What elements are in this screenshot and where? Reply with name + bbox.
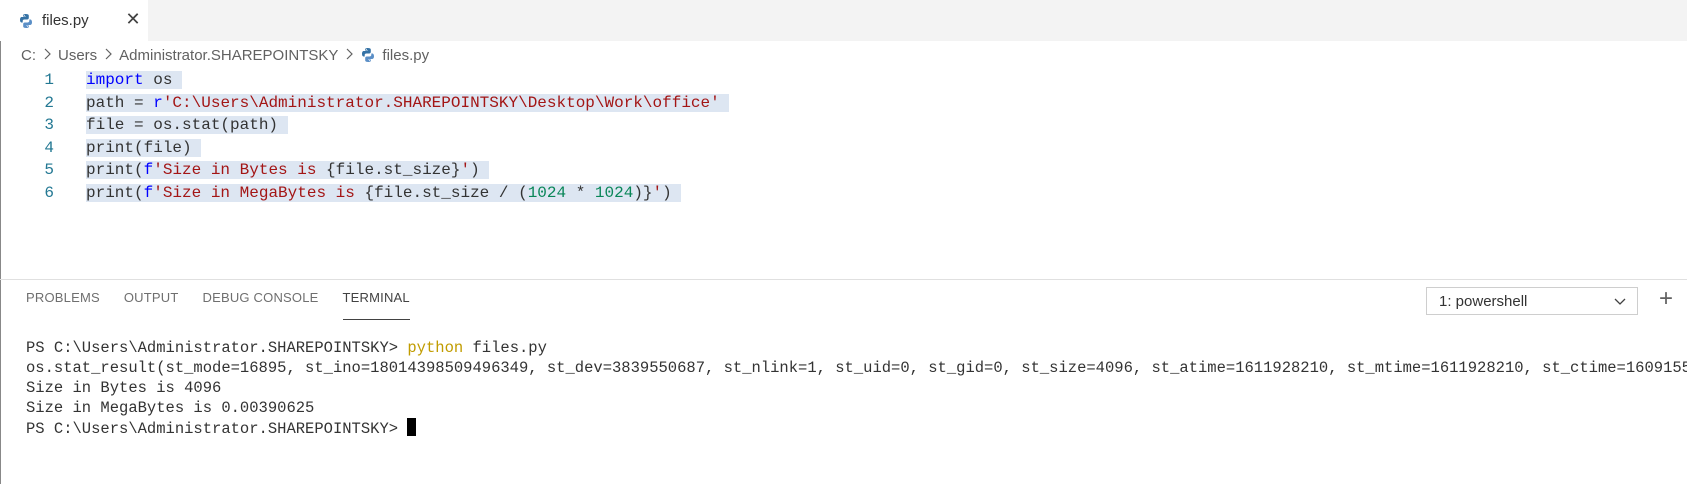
terminal-select[interactable]: 1: powershell (1426, 287, 1638, 315)
line-number: 1 (44, 71, 54, 89)
code-text: print(f'Size in MegaBytes is {file.st_si… (86, 183, 682, 202)
line-number: 4 (44, 138, 54, 157)
tab-terminal[interactable]: TERMINAL (342, 290, 410, 320)
panel-divider[interactable] (0, 279, 1687, 280)
line-number: 3 (44, 116, 54, 134)
chevron-right-icon (104, 48, 113, 63)
breadcrumb-users[interactable]: Users (58, 47, 97, 64)
code-text: path = r'C:\Users\Administrator.SHAREPOI… (86, 91, 730, 115)
code-line[interactable]: 3 file = os.stat(path) (0, 113, 1687, 137)
tab-problems[interactable]: PROBLEMS (26, 290, 100, 320)
line-number: 5 (44, 161, 54, 179)
line-number: 2 (44, 93, 54, 112)
terminal-command: python (407, 339, 464, 357)
python-file-icon (360, 47, 376, 63)
terminal-line: PS C:\Users\Administrator.SHAREPOINTSKY>… (26, 338, 1686, 358)
terminal-line: os.stat_result(st_mode=16895, st_ino=180… (26, 359, 1687, 377)
editor-tab-bar: files.py ✕ (0, 0, 1687, 41)
terminal-command-arg: files.py (463, 339, 547, 357)
breadcrumb-file[interactable]: files.py (382, 47, 429, 64)
terminal-line: Size in Bytes is 4096 (26, 379, 222, 397)
panel-tabs: PROBLEMS OUTPUT DEBUG CONSOLE TERMINAL (26, 290, 434, 320)
python-file-icon (18, 13, 34, 29)
breadcrumb: C: Users Administrator.SHAREPOINTSKY fil… (21, 44, 429, 66)
code-line[interactable]: 6 print(f'Size in MegaBytes is {file.st_s… (0, 181, 1687, 205)
tab-debug-console[interactable]: DEBUG CONSOLE (203, 290, 319, 320)
tab-files-py[interactable]: files.py ✕ (0, 0, 148, 41)
code-line[interactable]: 1 import os (0, 68, 1687, 92)
add-terminal-icon[interactable]: + (1656, 287, 1676, 311)
terminal-prompt: PS C:\Users\Administrator.SHAREPOINTSKY> (26, 420, 408, 438)
code-line[interactable]: 5 print(f'Size in Bytes is {file.st_size}… (0, 158, 1687, 182)
terminal-output[interactable]: PS C:\Users\Administrator.SHAREPOINTSKY>… (26, 338, 1687, 438)
chevron-down-icon (1613, 294, 1627, 308)
tab-output[interactable]: OUTPUT (124, 290, 179, 320)
code-text: file = os.stat(path) (86, 116, 288, 134)
code-text: import os (86, 71, 183, 89)
tab-label: files.py (42, 12, 89, 29)
code-text: print(f'Size in Bytes is {file.st_size}'… (86, 161, 490, 179)
terminal-select-value: 1: powershell (1439, 292, 1528, 310)
terminal-prompt: PS C:\Users\Administrator.SHAREPOINTSKY> (26, 339, 408, 357)
chevron-right-icon (345, 48, 354, 63)
code-line[interactable]: 4 print(file) (0, 136, 1687, 160)
terminal-line: PS C:\Users\Administrator.SHAREPOINTSKY> (26, 418, 1686, 438)
chevron-right-icon (43, 48, 51, 63)
close-icon[interactable]: ✕ (124, 10, 142, 28)
terminal-cursor (407, 418, 417, 436)
line-number: 6 (44, 183, 54, 202)
code-text: print(file) (86, 138, 202, 157)
terminal-line: Size in MegaBytes is 0.00390625 (26, 399, 315, 417)
breadcrumb-admin[interactable]: Administrator.SHAREPOINTSKY (119, 47, 338, 64)
code-editor[interactable]: 1 import os 2 path = r'C:\Users\Administra… (0, 68, 1687, 278)
breadcrumb-drive[interactable]: C: (21, 47, 36, 64)
code-line[interactable]: 2 path = r'C:\Users\Administrator.SHAREPO… (0, 91, 1687, 115)
